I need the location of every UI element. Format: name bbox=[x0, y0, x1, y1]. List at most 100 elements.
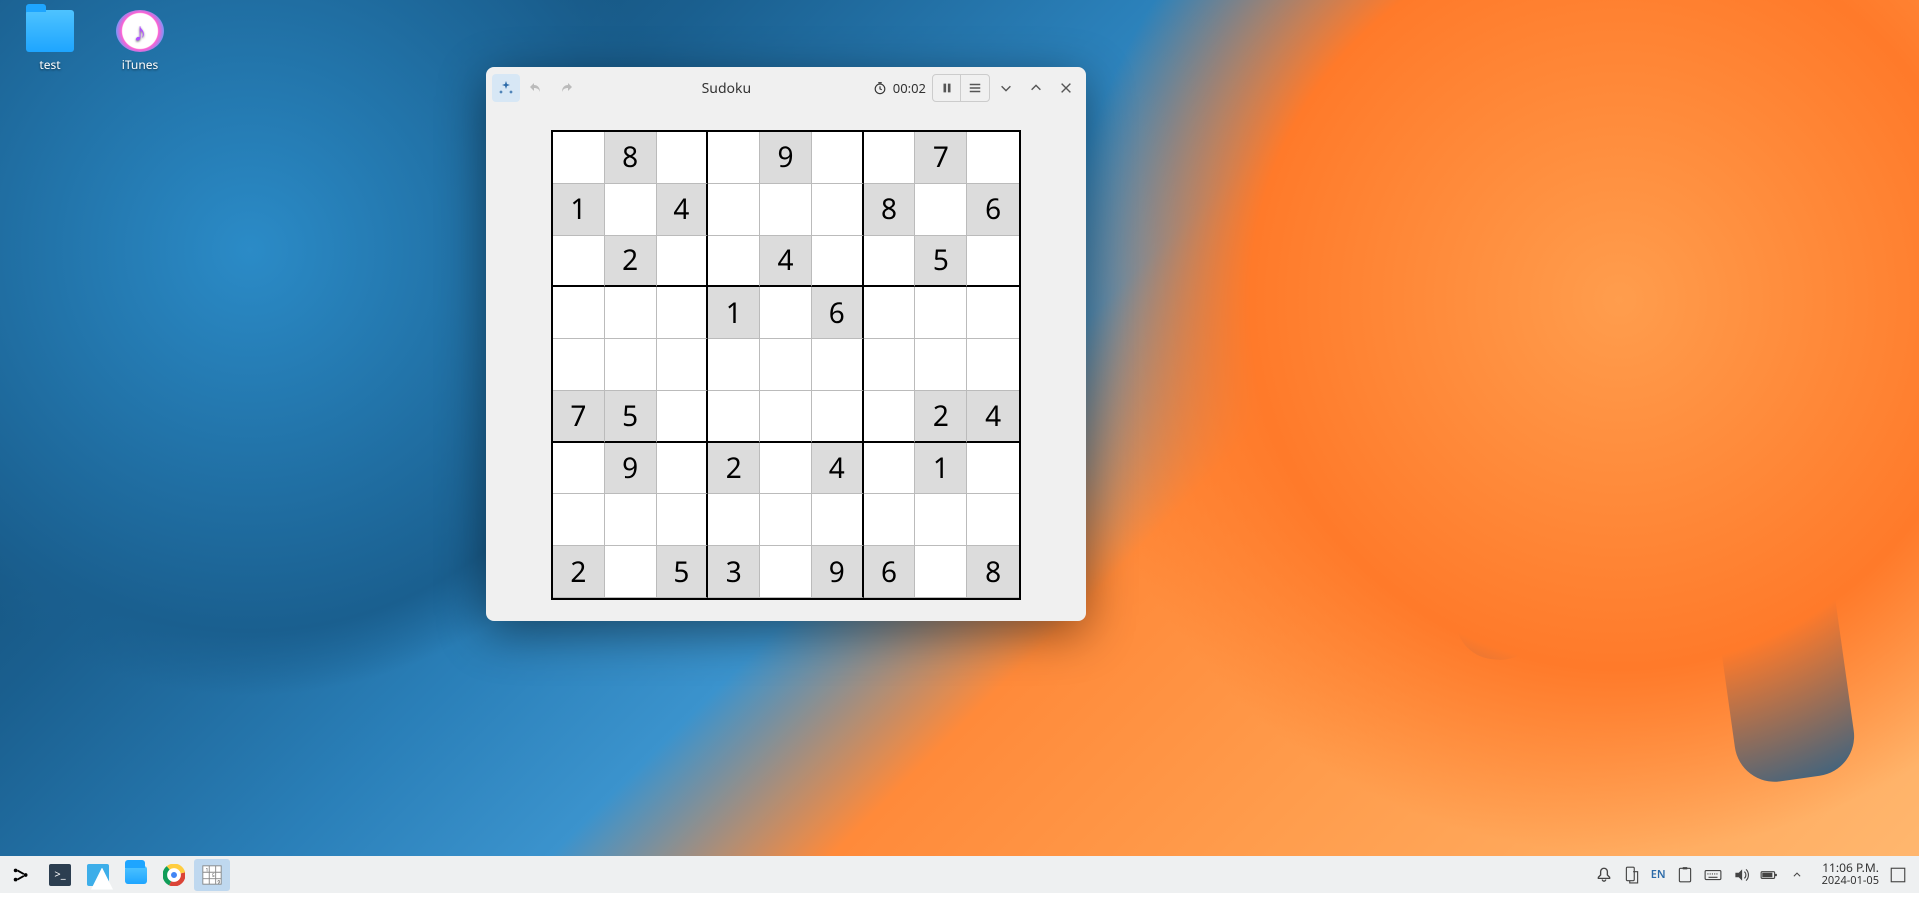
desktop-wallpaper[interactable]: test ♪ iTunes Sudoku 00:02 bbox=[0, 0, 1919, 893]
folder-icon bbox=[26, 10, 74, 52]
desktop-icon-test[interactable]: test bbox=[10, 10, 90, 73]
sudoku-cell[interactable] bbox=[708, 236, 760, 288]
titlebar: Sudoku 00:02 bbox=[486, 67, 1086, 109]
sudoku-cell[interactable] bbox=[864, 494, 916, 546]
sudoku-cell[interactable] bbox=[657, 443, 709, 495]
chevron-up-icon bbox=[1029, 81, 1043, 95]
tray-notifications[interactable] bbox=[1595, 866, 1613, 884]
sudoku-cell[interactable] bbox=[812, 132, 864, 184]
sudoku-cell[interactable] bbox=[967, 132, 1019, 184]
highlighter-toggle[interactable] bbox=[492, 74, 520, 102]
pause-icon bbox=[940, 81, 954, 95]
sudoku-cell[interactable] bbox=[708, 132, 760, 184]
sudoku-cell[interactable] bbox=[605, 184, 657, 236]
sudoku-cell: 6 bbox=[967, 184, 1019, 236]
sudoku-cell[interactable] bbox=[760, 443, 812, 495]
sudoku-cell[interactable] bbox=[967, 494, 1019, 546]
sudoku-cell[interactable] bbox=[760, 184, 812, 236]
sudoku-cell[interactable] bbox=[812, 236, 864, 288]
minimize-button[interactable] bbox=[992, 74, 1020, 102]
sudoku-cell[interactable] bbox=[605, 546, 657, 598]
sudoku-window: Sudoku 00:02 bbox=[486, 67, 1086, 621]
taskbar-app-chrome[interactable] bbox=[156, 859, 192, 891]
desktop-icon-itunes[interactable]: ♪ iTunes bbox=[100, 10, 180, 73]
terminal-icon: >_ bbox=[49, 864, 71, 886]
sudoku-cell[interactable] bbox=[812, 391, 864, 443]
sudoku-cell[interactable] bbox=[657, 494, 709, 546]
sudoku-cell[interactable] bbox=[967, 287, 1019, 339]
chrome-icon bbox=[163, 864, 185, 886]
sudoku-cell[interactable] bbox=[864, 287, 916, 339]
sudoku-cell[interactable] bbox=[967, 339, 1019, 391]
sudoku-cell[interactable] bbox=[760, 494, 812, 546]
sudoku-cell[interactable] bbox=[864, 132, 916, 184]
tray-expand[interactable] bbox=[1788, 866, 1806, 884]
sudoku-cell[interactable] bbox=[812, 339, 864, 391]
sudoku-cell[interactable] bbox=[657, 391, 709, 443]
taskbar-app-files[interactable] bbox=[118, 859, 154, 891]
sudoku-cell: 6 bbox=[864, 546, 916, 598]
sudoku-cell[interactable] bbox=[864, 443, 916, 495]
keyboard-icon bbox=[1704, 866, 1722, 884]
sudoku-cell[interactable] bbox=[915, 494, 967, 546]
sudoku-cell[interactable] bbox=[812, 494, 864, 546]
sudoku-cell[interactable] bbox=[967, 236, 1019, 288]
taskbar-app-discover[interactable] bbox=[80, 859, 116, 891]
kdeconnect-icon bbox=[1623, 866, 1641, 884]
clipboard-icon bbox=[1676, 866, 1694, 884]
sudoku-cell[interactable] bbox=[864, 236, 916, 288]
sudoku-cell[interactable] bbox=[553, 494, 605, 546]
sudoku-cell[interactable] bbox=[915, 339, 967, 391]
sudoku-cell[interactable] bbox=[708, 184, 760, 236]
sudoku-cell[interactable] bbox=[967, 443, 1019, 495]
sudoku-cell[interactable] bbox=[553, 443, 605, 495]
sudoku-cell[interactable] bbox=[708, 494, 760, 546]
tray-kde-connect[interactable] bbox=[1623, 866, 1641, 884]
undo-button[interactable] bbox=[522, 74, 550, 102]
sudoku-cell[interactable] bbox=[553, 339, 605, 391]
tray-battery[interactable] bbox=[1760, 866, 1778, 884]
tray-clipboard[interactable] bbox=[1676, 866, 1694, 884]
sudoku-cell[interactable] bbox=[708, 339, 760, 391]
sudoku-cell[interactable] bbox=[760, 546, 812, 598]
sudoku-cell[interactable] bbox=[605, 494, 657, 546]
tray-volume[interactable] bbox=[1732, 866, 1750, 884]
sudoku-cell: 8 bbox=[605, 132, 657, 184]
sudoku-cell[interactable] bbox=[657, 287, 709, 339]
sudoku-cell[interactable] bbox=[915, 287, 967, 339]
redo-button[interactable] bbox=[552, 74, 580, 102]
tray-clock[interactable]: 11:06 P.M. 2024-01-05 bbox=[1822, 861, 1879, 887]
sudoku-cell: 8 bbox=[864, 184, 916, 236]
sudoku-cell[interactable] bbox=[812, 184, 864, 236]
sudoku-cell[interactable] bbox=[553, 132, 605, 184]
sparkle-icon bbox=[498, 80, 514, 96]
sudoku-cell[interactable] bbox=[760, 391, 812, 443]
sudoku-cell[interactable] bbox=[864, 391, 916, 443]
start-menu-button[interactable] bbox=[4, 859, 40, 891]
sudoku-cell[interactable] bbox=[915, 184, 967, 236]
sudoku-cell[interactable] bbox=[864, 339, 916, 391]
maximize-button[interactable] bbox=[1022, 74, 1050, 102]
sudoku-cell[interactable] bbox=[553, 287, 605, 339]
sudoku-cell[interactable] bbox=[708, 391, 760, 443]
taskbar-app-terminal[interactable]: >_ bbox=[42, 859, 78, 891]
sudoku-cell[interactable] bbox=[915, 546, 967, 598]
tray-show-desktop[interactable] bbox=[1889, 866, 1907, 884]
tray-keyboard[interactable] bbox=[1704, 866, 1722, 884]
menu-button[interactable] bbox=[961, 75, 989, 101]
sudoku-cell[interactable] bbox=[657, 236, 709, 288]
sudoku-cell: 9 bbox=[812, 546, 864, 598]
sudoku-cell[interactable] bbox=[657, 339, 709, 391]
close-button[interactable] bbox=[1052, 74, 1080, 102]
sudoku-cell[interactable] bbox=[605, 339, 657, 391]
taskbar-app-sudoku[interactable]: 159 bbox=[194, 859, 230, 891]
sudoku-cell[interactable] bbox=[657, 132, 709, 184]
sudoku-cell[interactable] bbox=[605, 287, 657, 339]
sudoku-cell[interactable] bbox=[553, 236, 605, 288]
sudoku-cell[interactable] bbox=[760, 287, 812, 339]
timer-display: 00:02 bbox=[873, 79, 926, 97]
tray-language[interactable]: EN bbox=[1651, 867, 1666, 882]
sudoku-cell: 7 bbox=[553, 391, 605, 443]
sudoku-cell[interactable] bbox=[760, 339, 812, 391]
pause-button[interactable] bbox=[933, 75, 961, 101]
